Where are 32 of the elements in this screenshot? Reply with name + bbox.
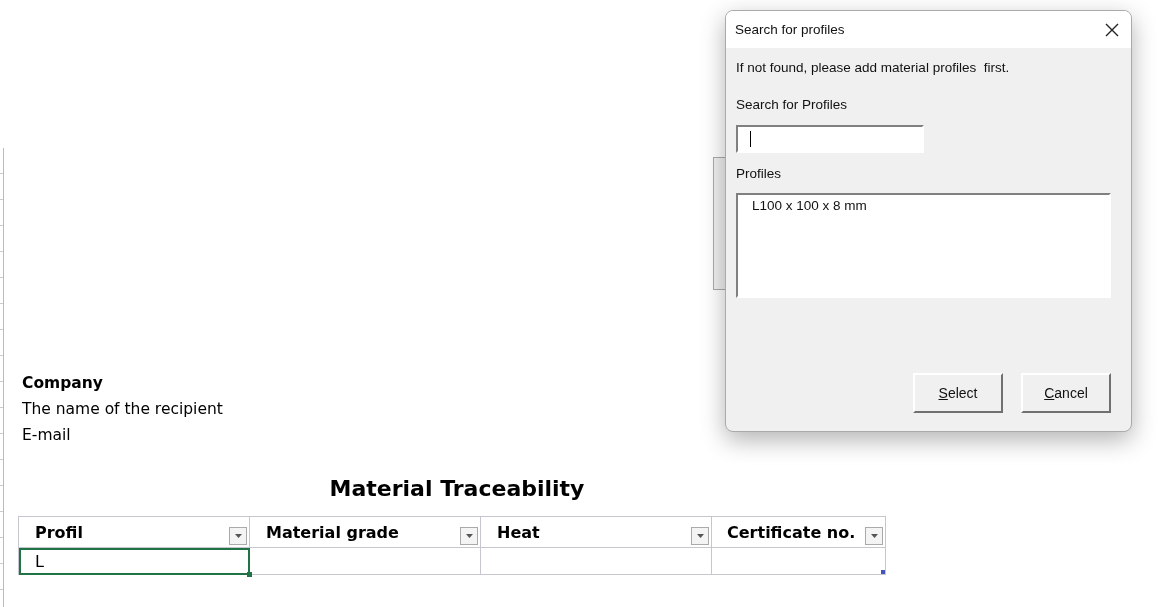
caret-icon <box>696 534 704 538</box>
resize-handle[interactable] <box>881 570 885 574</box>
sheet-title: Material Traceability <box>329 476 585 501</box>
table-cell[interactable] <box>480 547 712 575</box>
column-header: Profil <box>18 516 250 548</box>
table-cell[interactable]: L <box>18 547 250 575</box>
filter-button[interactable] <box>229 527 247 545</box>
caret-icon <box>465 534 473 538</box>
filter-button[interactable] <box>691 527 709 545</box>
filter-button[interactable] <box>865 527 883 545</box>
caret-icon <box>870 534 878 538</box>
caret-icon <box>234 534 242 538</box>
column-header: Material grade <box>249 516 481 548</box>
list-item[interactable]: L100 x 100 x 8 mm <box>750 198 869 213</box>
field-label: Search for Profiles <box>736 97 848 112</box>
profiles-list[interactable]: L100 x 100 x 8 mm <box>736 193 1111 298</box>
filter-button[interactable] <box>460 527 478 545</box>
dialog-button[interactable]: Cancel <box>1021 373 1111 413</box>
column-header: Certificate no. <box>711 516 886 548</box>
search-field[interactable] <box>736 125 924 153</box>
dialog-title: Search for profiles <box>735 22 845 37</box>
recipient-text: The name of the recipient <box>22 399 223 420</box>
dialog-button[interactable]: Select <box>913 373 1003 413</box>
fill-handle[interactable] <box>247 572 252 577</box>
table-cell[interactable] <box>249 547 481 575</box>
hint-text: If not found, please add material profiles first. <box>736 60 1010 75</box>
recipient-text: E-mail <box>22 425 71 446</box>
recipient-text: Company <box>22 373 103 394</box>
column-header: Heat <box>480 516 712 548</box>
close-icon[interactable] <box>1105 22 1119 37</box>
table-cell[interactable] <box>711 547 886 575</box>
field-label: Profiles <box>736 166 781 181</box>
